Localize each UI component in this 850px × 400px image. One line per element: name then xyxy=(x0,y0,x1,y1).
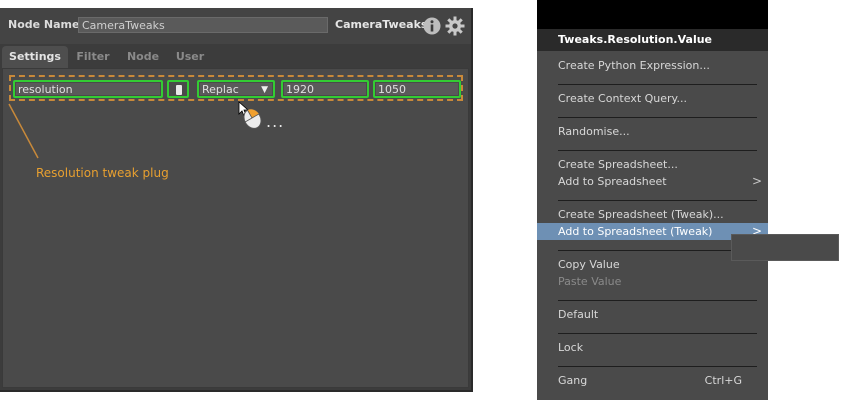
menu-separator xyxy=(558,333,757,334)
annotation-label: Resolution tweak plug xyxy=(36,166,169,180)
context-menu: Tweaks.Resolution.Value Create Python Ex… xyxy=(537,29,768,400)
menu-item-create-python-expression[interactable]: Create Python Expression... xyxy=(537,57,768,74)
resolution-height-field[interactable]: 1050 xyxy=(376,83,458,96)
ellipsis: ... xyxy=(266,112,285,131)
menu-separator xyxy=(558,300,757,301)
enable-toggle[interactable] xyxy=(170,83,186,95)
node-name-input[interactable]: CameraTweaks xyxy=(78,17,328,33)
node-name-label: Node Name xyxy=(8,18,80,31)
menu-item-paste-value: Paste Value xyxy=(558,275,622,288)
dropdown-arrow-icon: ▼ xyxy=(261,85,268,95)
menu-item-randomise[interactable]: Randomise... xyxy=(537,123,768,140)
node-type-label: CameraTweaks xyxy=(335,18,428,31)
menu-item-label: Add to Spreadsheet xyxy=(558,175,667,188)
menu-top-backdrop xyxy=(537,0,768,29)
menu-item-create-spreadsheet[interactable]: Create Spreadsheet... xyxy=(537,156,768,173)
menu-item-label: Add to Spreadsheet (Tweak) xyxy=(558,225,713,238)
height-highlight: 1050 xyxy=(373,80,461,98)
mode-dropdown-label: Replac xyxy=(202,83,239,96)
menu-item-gang[interactable]: Gang Ctrl+G xyxy=(537,372,768,389)
mode-highlight: Replac ▼ xyxy=(197,80,275,98)
tab-node[interactable]: Node xyxy=(122,46,164,68)
submenu-peek xyxy=(731,234,839,261)
tweak-name-field[interactable]: resolution xyxy=(16,83,160,96)
width-highlight: 1920 xyxy=(281,80,369,98)
gear-icon[interactable] xyxy=(445,16,465,36)
menu-separator xyxy=(558,366,757,367)
mode-dropdown[interactable]: Replac ▼ xyxy=(200,83,272,96)
menu-item-default[interactable]: Default xyxy=(537,306,768,323)
info-icon[interactable] xyxy=(423,17,441,35)
resolution-width-field[interactable]: 1920 xyxy=(284,83,366,96)
menu-title: Tweaks.Resolution.Value xyxy=(537,29,768,51)
tweak-row: resolution Replac ▼ 1920 1050 xyxy=(9,75,463,101)
mouse-right-click-icon xyxy=(238,101,262,129)
enable-toggle-highlight xyxy=(167,80,189,98)
menu-item-create-context-query[interactable]: Create Context Query... xyxy=(537,90,768,107)
menu-separator xyxy=(558,250,757,251)
menu-item-add-to-spreadsheet[interactable]: Add to Spreadsheet > xyxy=(537,173,768,190)
menu-item-create-spreadsheet-tweak[interactable]: Create Spreadsheet (Tweak)... xyxy=(537,206,768,223)
menu-item-lock[interactable]: Lock xyxy=(537,339,768,356)
submenu-chevron-icon: > xyxy=(751,174,762,188)
tweak-name-highlight: resolution xyxy=(13,80,163,98)
menu-separator xyxy=(558,200,757,201)
menu-separator xyxy=(558,117,757,118)
node-editor-header: Node Name CameraTweaks CameraTweaks xyxy=(0,8,471,44)
menu-separator xyxy=(558,84,757,85)
tab-user[interactable]: User xyxy=(170,46,210,68)
tab-filter[interactable]: Filter xyxy=(72,46,114,68)
tab-settings[interactable]: Settings xyxy=(2,46,68,68)
node-editor-panel: Node Name CameraTweaks CameraTweaks Sett… xyxy=(0,8,473,392)
menu-item-label: Gang xyxy=(558,374,588,387)
toggle-knob xyxy=(176,85,182,95)
editor-tabs: Settings Filter Node User xyxy=(0,46,471,68)
shortcut-label: Ctrl+G xyxy=(704,374,742,387)
menu-separator xyxy=(558,150,757,151)
